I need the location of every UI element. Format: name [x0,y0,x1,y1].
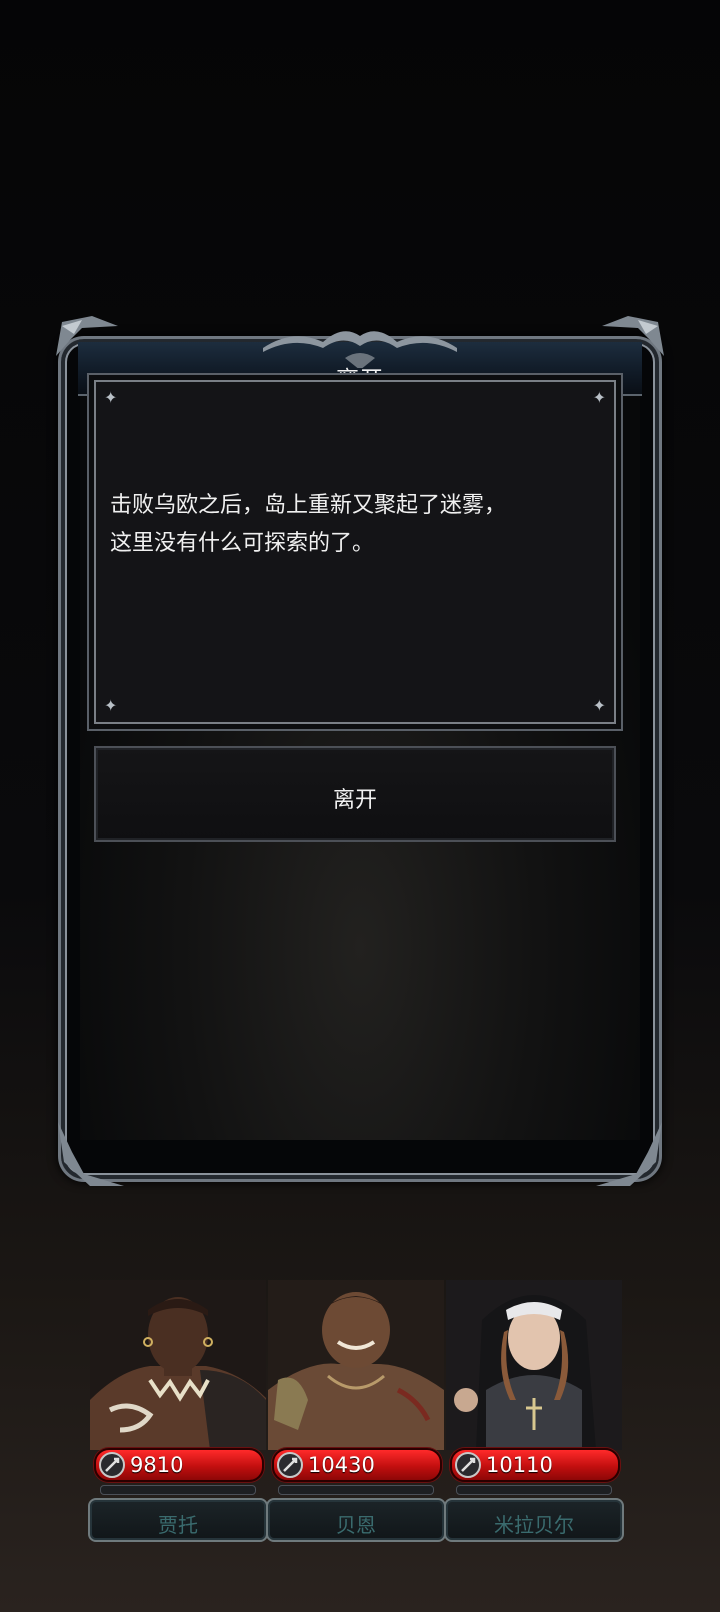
leave-button-label: 离开 [332,788,377,813]
party-member[interactable]: 10110 米拉贝尔 [444,1280,624,1542]
member-name: 米拉贝尔 [494,1513,574,1537]
hp-value: 10110 [486,1453,553,1477]
hp-value: 9810 [130,1453,184,1477]
hp-bar: 10430 [272,1448,442,1482]
hp-bar: 10110 [450,1448,620,1482]
sparkle-icon: ✦ [104,696,118,715]
name-plate[interactable]: 贝恩 [266,1498,446,1542]
leave-button[interactable]: 离开 [94,746,616,842]
sparkle-icon: ✦ [592,388,606,407]
portrait-jiatuo [90,1280,266,1450]
member-name: 贾托 [158,1513,198,1537]
portrait-beien [268,1280,444,1450]
member-name: 贝恩 [336,1513,376,1537]
portrait-milabeier [446,1280,622,1450]
hp-sword-icon [277,1452,303,1478]
party-member[interactable]: 10430 贝恩 [266,1280,446,1542]
message-text: 击败乌欧之后，岛上重新又聚起了迷雾， 这里没有什么可探索的了。 [110,487,600,563]
sparkle-icon: ✦ [592,696,606,715]
hp-value: 10430 [308,1453,375,1477]
corner-ornament-top-left-icon [56,316,118,356]
name-plate[interactable]: 米拉贝尔 [444,1498,624,1542]
status-bar [100,1485,256,1495]
hp-sword-icon [99,1452,125,1478]
corner-ornament-top-right-icon [602,316,664,356]
message-line: 这里没有什么可探索的了。 [110,531,375,556]
corner-ornament-bottom-right-icon [596,1122,662,1186]
party-member[interactable]: 9810 贾托 [88,1280,268,1542]
corner-ornament-bottom-left-icon [58,1122,124,1186]
sparkle-icon: ✦ [104,388,118,407]
name-plate[interactable]: 贾托 [88,1498,268,1542]
status-bar [278,1485,434,1495]
hp-bar: 9810 [94,1448,264,1482]
message-box: ✦ ✦ ✦ ✦ 击败乌欧之后，岛上重新又聚起了迷雾， 这里没有什么可探索的了。 [94,380,616,724]
hp-sword-icon [455,1452,481,1478]
party-panel: 9810 贾托 10430 贝恩 10110 米拉贝尔 [88,1280,630,1542]
title-ornament-icon [263,331,457,368]
status-bar [456,1485,612,1495]
event-dialog: 离开 ✦ ✦ ✦ ✦ 击败乌欧之后，岛上重新又聚起了迷雾， [56,316,664,1186]
message-line: 击败乌欧之后，岛上重新又聚起了迷雾， [110,493,507,518]
game-screen: 离开 ✦ ✦ ✦ ✦ 击败乌欧之后，岛上重新又聚起了迷雾， [0,0,720,1612]
